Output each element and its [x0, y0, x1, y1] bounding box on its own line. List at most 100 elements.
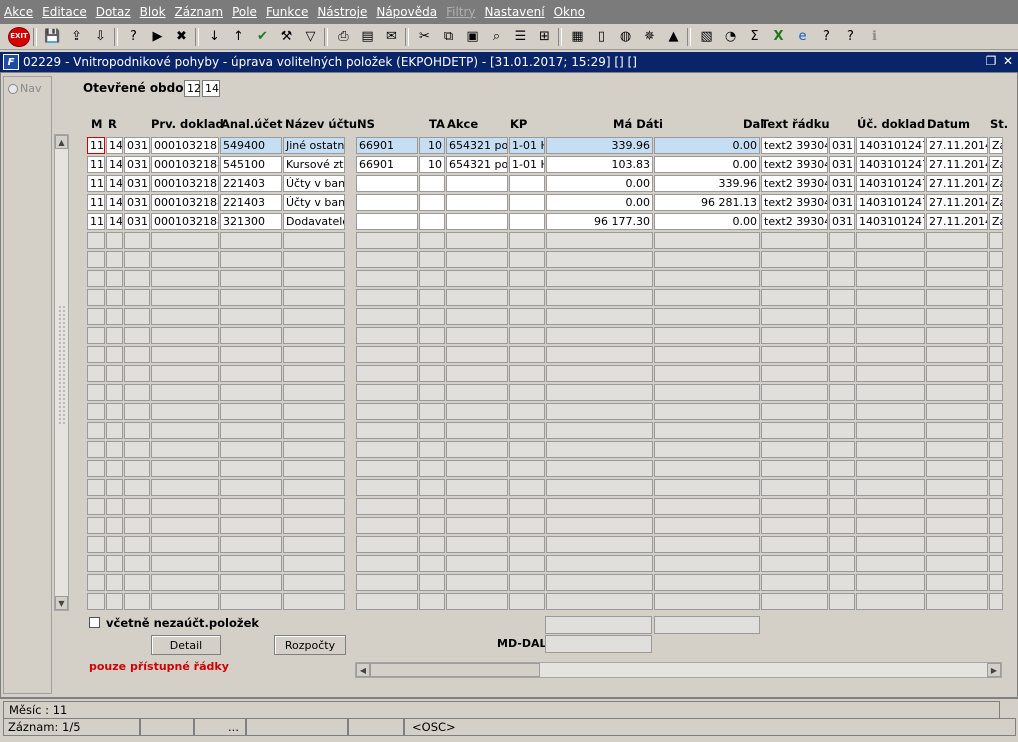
grid-cell[interactable]: 0.00: [546, 194, 653, 211]
grid-cell[interactable]: [989, 251, 1003, 268]
grid-cell[interactable]: [509, 175, 545, 192]
grid-cell[interactable]: 14: [106, 194, 123, 211]
grid-cell[interactable]: [356, 194, 418, 211]
grid-cell[interactable]: [220, 308, 282, 325]
grid-cell[interactable]: [446, 536, 508, 553]
grid-cell[interactable]: 031: [124, 137, 150, 154]
grid-cell[interactable]: [829, 574, 855, 591]
grid-cell[interactable]: [509, 593, 545, 610]
grid-cell[interactable]: [989, 365, 1003, 382]
grid-cell[interactable]: [106, 289, 123, 306]
grid-cell[interactable]: [220, 479, 282, 496]
include-unposted-checkbox[interactable]: [89, 617, 100, 628]
grid-cell[interactable]: [829, 460, 855, 477]
grid-cell[interactable]: [829, 232, 855, 249]
grid-cell[interactable]: [546, 479, 653, 496]
grid-cell[interactable]: [856, 270, 925, 287]
horizontal-scrollbar[interactable]: ◀ ▶: [355, 662, 1002, 678]
grid-cell[interactable]: 14: [106, 137, 123, 154]
grid-cell[interactable]: [419, 327, 445, 344]
find-icon[interactable]: ⌕: [486, 27, 507, 47]
grid-cell[interactable]: [761, 441, 828, 458]
grid-cell[interactable]: [926, 441, 988, 458]
grid-cell[interactable]: [509, 422, 545, 439]
query-cancel-icon[interactable]: ✖: [171, 27, 192, 47]
grid-cell[interactable]: [546, 574, 653, 591]
grid-cell[interactable]: 0001032187: [151, 175, 219, 192]
grid-cell[interactable]: [124, 289, 150, 306]
grid-cell[interactable]: [654, 555, 760, 572]
grid-cell[interactable]: [856, 251, 925, 268]
grid-cell[interactable]: [87, 536, 105, 553]
grid-cell[interactable]: [761, 517, 828, 534]
grid-cell[interactable]: [926, 479, 988, 496]
grid-cell[interactable]: [151, 441, 219, 458]
grid-cell[interactable]: [829, 403, 855, 420]
grid-cell[interactable]: text2 393046: [761, 175, 828, 192]
grid-cell[interactable]: [446, 346, 508, 363]
grid-cell[interactable]: [509, 555, 545, 572]
grid-cell[interactable]: [124, 536, 150, 553]
grid-cell[interactable]: [106, 384, 123, 401]
grid-cell[interactable]: [509, 574, 545, 591]
grid-cell[interactable]: 10: [419, 137, 445, 154]
menu-item[interactable]: Nástroje: [317, 5, 367, 19]
grid-cell[interactable]: 103.83: [546, 156, 653, 173]
grid-cell[interactable]: [124, 460, 150, 477]
grid-cell[interactable]: 0001032188: [151, 213, 219, 230]
grid-cell[interactable]: [989, 593, 1003, 610]
grid-cell[interactable]: [989, 479, 1003, 496]
grid-cell[interactable]: [106, 536, 123, 553]
grid-cell[interactable]: [356, 574, 418, 591]
grid-cell[interactable]: [654, 251, 760, 268]
grid-cell[interactable]: [926, 498, 988, 515]
grid-cell[interactable]: [829, 327, 855, 344]
grid-cell[interactable]: 031: [829, 156, 855, 173]
grid-cell[interactable]: [151, 289, 219, 306]
grid-cell[interactable]: [124, 479, 150, 496]
grid-cell[interactable]: 96 281.13: [654, 194, 760, 211]
grid-cell[interactable]: [106, 403, 123, 420]
grid-cell[interactable]: [151, 593, 219, 610]
grid-cell[interactable]: Za: [989, 175, 1003, 192]
grid-cell[interactable]: [926, 403, 988, 420]
grid-cell[interactable]: [106, 517, 123, 534]
scroll-left-icon[interactable]: ◀: [356, 663, 370, 677]
grid-cell[interactable]: text2 393046: [761, 213, 828, 230]
grid-cell[interactable]: [446, 403, 508, 420]
grid-cell[interactable]: [124, 574, 150, 591]
grid-cell[interactable]: [446, 498, 508, 515]
grid-cell[interactable]: [124, 232, 150, 249]
grid-cell[interactable]: [654, 346, 760, 363]
grid-cell[interactable]: [220, 232, 282, 249]
grid-cell[interactable]: [87, 270, 105, 287]
grid-cell[interactable]: [419, 213, 445, 230]
grid-cell[interactable]: 10: [419, 156, 445, 173]
grid-cell[interactable]: [761, 593, 828, 610]
grid-cell[interactable]: [220, 346, 282, 363]
grid-cell[interactable]: [509, 327, 545, 344]
grid-cell[interactable]: [761, 270, 828, 287]
grid-cell[interactable]: [926, 365, 988, 382]
grid-cell[interactable]: [356, 441, 418, 458]
grid-cell[interactable]: [87, 593, 105, 610]
grid-cell[interactable]: [124, 441, 150, 458]
grid-cell[interactable]: [419, 479, 445, 496]
grid-cell[interactable]: [446, 574, 508, 591]
grid-cell[interactable]: [654, 422, 760, 439]
period-month-field[interactable]: 12: [184, 80, 201, 97]
grid-cell[interactable]: [654, 232, 760, 249]
info-icon[interactable]: ℹ: [864, 27, 885, 47]
grid-cell[interactable]: [546, 517, 653, 534]
grid-cell[interactable]: [446, 270, 508, 287]
scroll-thumb[interactable]: [370, 663, 540, 677]
grid-cell[interactable]: [989, 346, 1003, 363]
grid-cell[interactable]: Za: [989, 213, 1003, 230]
print-icon[interactable]: ⎙: [333, 27, 354, 47]
grid-cell[interactable]: 14: [106, 175, 123, 192]
check-icon[interactable]: ✔: [252, 27, 273, 47]
grid-cell[interactable]: [761, 479, 828, 496]
grid-cell[interactable]: [926, 308, 988, 325]
grid-cell[interactable]: [106, 346, 123, 363]
grid-cell[interactable]: [87, 441, 105, 458]
